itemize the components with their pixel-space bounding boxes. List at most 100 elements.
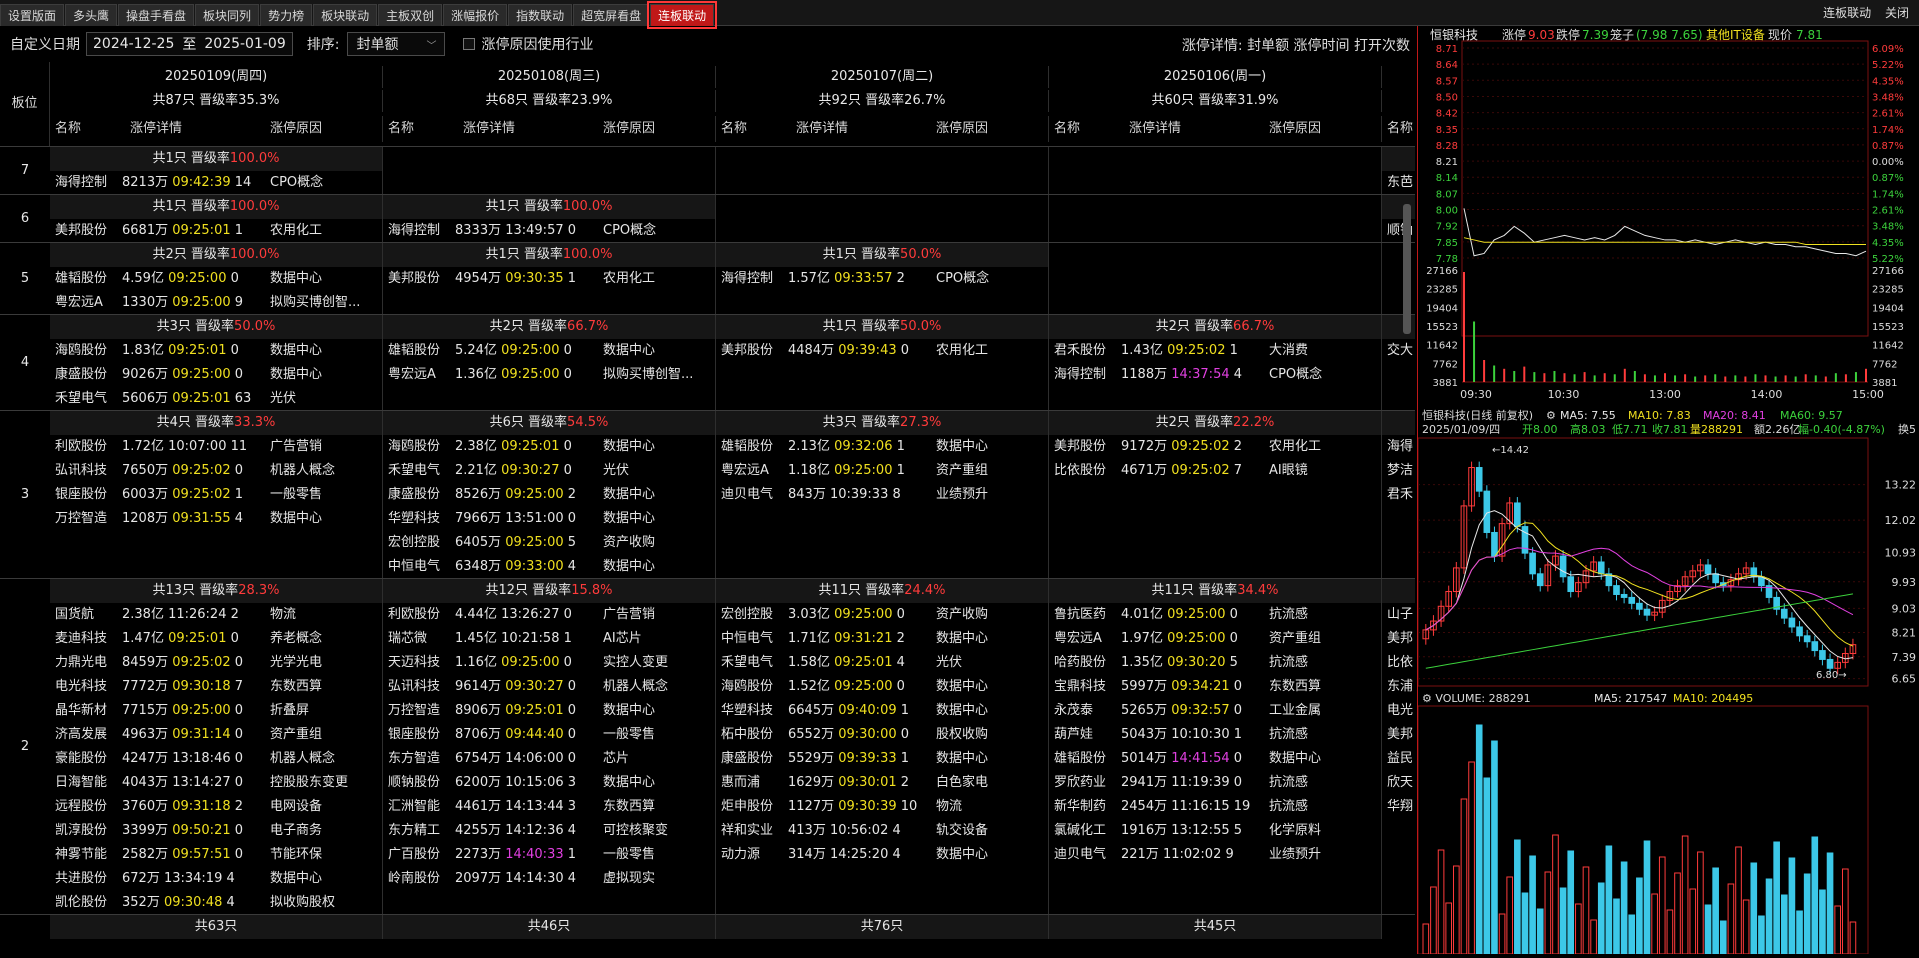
stock-row[interactable]: 君禾股份 1.43亿 09:25:02 1 大消费 (1049, 339, 1381, 363)
stock-name[interactable]: 惠而浦 (721, 771, 783, 795)
stock-row[interactable]: 豪能股份 4247万 13:18:46 0 机器人概念 (50, 747, 382, 771)
stock-name[interactable]: 祥和实业 (721, 819, 783, 843)
stock-name[interactable]: 雄韬股份 (1054, 747, 1116, 771)
stock-name[interactable]: 华塑科技 (721, 699, 783, 723)
stock-row[interactable]: 日海智能 4043万 13:14:27 0 控股股东变更 (50, 771, 382, 795)
stock-name[interactable]: 雄韬股份 (721, 435, 783, 459)
stock-row[interactable]: 万控智造 1208万 09:31:55 4 数据中心 (50, 507, 382, 531)
stock-row[interactable]: 利欧股份 1.72亿 10:07:00 11 广告营销 (50, 435, 382, 459)
stock-name[interactable]: 岭南股份 (388, 867, 450, 891)
stock-name[interactable]: 宝鼎科技 (1054, 675, 1116, 699)
stock-row[interactable]: 海鸥股份 2.38亿 09:25:01 0 数据中心 (383, 435, 715, 459)
stock-name[interactable]: 炬申股份 (721, 795, 783, 819)
tab-6[interactable]: 主板双创 (378, 4, 443, 26)
stock-name[interactable]: 顺钠股份 (388, 771, 450, 795)
stock-name[interactable]: 粤宏远A (388, 363, 450, 387)
stock-row[interactable]: 新华制药 2454万 11:16:15 19 抗流感 (1049, 795, 1381, 819)
stock-row[interactable]: 粤宏远A 1.18亿 09:25:00 1 资产重组 (716, 459, 1048, 483)
stock-row[interactable]: 炬申股份 1127万 09:30:39 10 物流 (716, 795, 1048, 819)
tab-5[interactable]: 板块联动 (313, 4, 378, 26)
checkbox-icon[interactable] (463, 38, 476, 50)
stock-name[interactable]: 美邦股份 (1054, 435, 1116, 459)
tab-1[interactable]: 多头鹰 (65, 4, 118, 26)
peek-stock[interactable]: 益民 (1382, 747, 1415, 771)
stock-name[interactable]: 海得控制 (1054, 363, 1116, 387)
stock-row[interactable]: 凯伦股份 352万 09:30:48 4 拟收购股权 (50, 891, 382, 915)
stock-row[interactable]: 广百股份 2273万 14:40:33 1 一般零售 (383, 843, 715, 867)
stock-row[interactable]: 动力源 314万 14:25:20 4 数据中心 (716, 843, 1048, 867)
stock-row[interactable]: 康盛股份 8526万 09:25:00 2 数据中心 (383, 483, 715, 507)
stock-name[interactable]: 海得控制 (55, 171, 117, 195)
stock-name[interactable]: 比依 (1387, 651, 1413, 675)
stock-row[interactable]: 济高发展 4963万 09:31:14 0 资产重组 (50, 723, 382, 747)
stock-row[interactable]: 东方精工 4255万 14:12:36 4 可控核聚变 (383, 819, 715, 843)
stock-name[interactable]: 美邦股份 (55, 219, 117, 243)
stock-name[interactable]: 凯伦股份 (55, 891, 117, 915)
stock-name[interactable]: 雄韬股份 (55, 267, 117, 291)
stock-row[interactable]: 鲁抗医药 4.01亿 09:25:00 0 抗流感 (1049, 603, 1381, 627)
stock-name[interactable]: 银座股份 (55, 483, 117, 507)
stock-row[interactable]: 中恒电气 6348万 09:33:00 4 数据中心 (383, 555, 715, 579)
peek-stock[interactable]: 梦洁 (1382, 459, 1415, 483)
stock-name[interactable]: 日海智能 (55, 771, 117, 795)
stock-name[interactable]: 天迈科技 (388, 651, 450, 675)
stock-name[interactable]: 中恒电气 (721, 627, 783, 651)
stock-name[interactable]: 禾望电气 (55, 387, 117, 411)
peek-stock[interactable]: 华翔 (1382, 795, 1415, 819)
sort-select[interactable]: 封单额 ﹀ (347, 32, 446, 56)
stock-row[interactable]: 远程股份 3760万 09:31:18 2 电网设备 (50, 795, 382, 819)
stock-row[interactable]: 晶华新材 7715万 09:25:00 0 折叠屏 (50, 699, 382, 723)
stock-name[interactable]: 氯碱化工 (1054, 819, 1116, 843)
stock-name[interactable]: 美邦 (1387, 627, 1413, 651)
stock-name[interactable]: 益民 (1387, 747, 1413, 771)
stock-row[interactable]: 共进股份 672万 13:34:19 4 数据中心 (50, 867, 382, 891)
stock-name[interactable]: 宏创控股 (721, 603, 783, 627)
stock-name[interactable]: 美邦股份 (388, 267, 450, 291)
stock-name[interactable]: 葫芦娃 (1054, 723, 1116, 747)
date-from[interactable]: 2024-12-25 (93, 36, 174, 52)
stock-name[interactable]: 中恒电气 (388, 555, 450, 579)
stock-row[interactable]: 东方智造 6754万 14:06:00 0 芯片 (383, 747, 715, 771)
stock-row[interactable]: 比依股份 4671万 09:25:02 7 AI眼镜 (1049, 459, 1381, 483)
stock-row[interactable]: 葫芦娃 5043万 10:10:30 1 抗流感 (1049, 723, 1381, 747)
stock-row[interactable]: 康盛股份 9026万 09:25:00 0 数据中心 (50, 363, 382, 387)
stock-name[interactable]: 康盛股份 (721, 747, 783, 771)
stock-name[interactable]: 山子 (1387, 603, 1413, 627)
stock-name[interactable]: 电光科技 (55, 675, 117, 699)
stock-name[interactable]: 美邦 (1387, 723, 1413, 747)
stock-name[interactable]: 海得控制 (388, 219, 450, 243)
peek-stock[interactable]: 山子 (1382, 603, 1415, 627)
stock-name[interactable]: 凯淳股份 (55, 819, 117, 843)
stock-name[interactable]: 粤宏远A (1054, 627, 1116, 651)
stock-name[interactable]: 晶华新材 (55, 699, 117, 723)
stock-name[interactable]: 东方精工 (388, 819, 450, 843)
stock-row[interactable]: 惠而浦 1629万 09:30:01 2 白色家电 (716, 771, 1048, 795)
stock-name[interactable]: 神雾节能 (55, 843, 117, 867)
stock-name[interactable]: 禾望电气 (388, 459, 450, 483)
stock-name[interactable]: 欣天 (1387, 771, 1413, 795)
stock-row[interactable]: 宏创控股 6405万 09:25:00 5 资产收购 (383, 531, 715, 555)
stock-name[interactable]: 广百股份 (388, 843, 450, 867)
tab-3[interactable]: 板块同列 (195, 4, 260, 26)
stock-row[interactable]: 粤宏远A 1.36亿 09:25:00 0 拟购买博创智... (383, 363, 715, 387)
stock-row[interactable]: 美邦股份 4954万 09:30:35 1 农用化工 (383, 267, 715, 291)
stock-name[interactable]: 华塑科技 (388, 507, 450, 531)
stock-row[interactable]: 迪贝电气 843万 10:39:33 8 业绩预升 (716, 483, 1048, 507)
stock-name[interactable]: 济高发展 (55, 723, 117, 747)
stock-row[interactable]: 华塑科技 6645万 09:40:09 1 数据中心 (716, 699, 1048, 723)
stock-name[interactable]: 永茂泰 (1054, 699, 1116, 723)
stock-name[interactable]: 东方智造 (388, 747, 450, 771)
stock-row[interactable]: 瑞芯微 1.45亿 10:21:58 1 AI芯片 (383, 627, 715, 651)
stock-row[interactable]: 海得控制 8333万 13:49:57 0 CPO概念 (383, 219, 715, 243)
stock-row[interactable]: 海得控制 8213万 09:42:39 14 CPO概念 (50, 171, 382, 195)
stock-name[interactable]: 国货航 (55, 603, 117, 627)
stock-row[interactable]: 康盛股份 5529万 09:39:33 1 数据中心 (716, 747, 1048, 771)
close-button[interactable]: 关闭 (1885, 6, 1909, 20)
stock-name[interactable]: 康盛股份 (388, 483, 450, 507)
industry-reason-toggle[interactable]: 涨停原因使用行业 (463, 34, 593, 54)
stock-name[interactable]: 康盛股份 (55, 363, 117, 387)
peek-stock[interactable]: 交大 (1382, 339, 1415, 363)
stock-row[interactable]: 中恒电气 1.71亿 09:31:21 2 数据中心 (716, 627, 1048, 651)
peek-stock[interactable]: 东芭 (1382, 171, 1415, 195)
stock-name[interactable]: 华翔 (1387, 795, 1413, 819)
